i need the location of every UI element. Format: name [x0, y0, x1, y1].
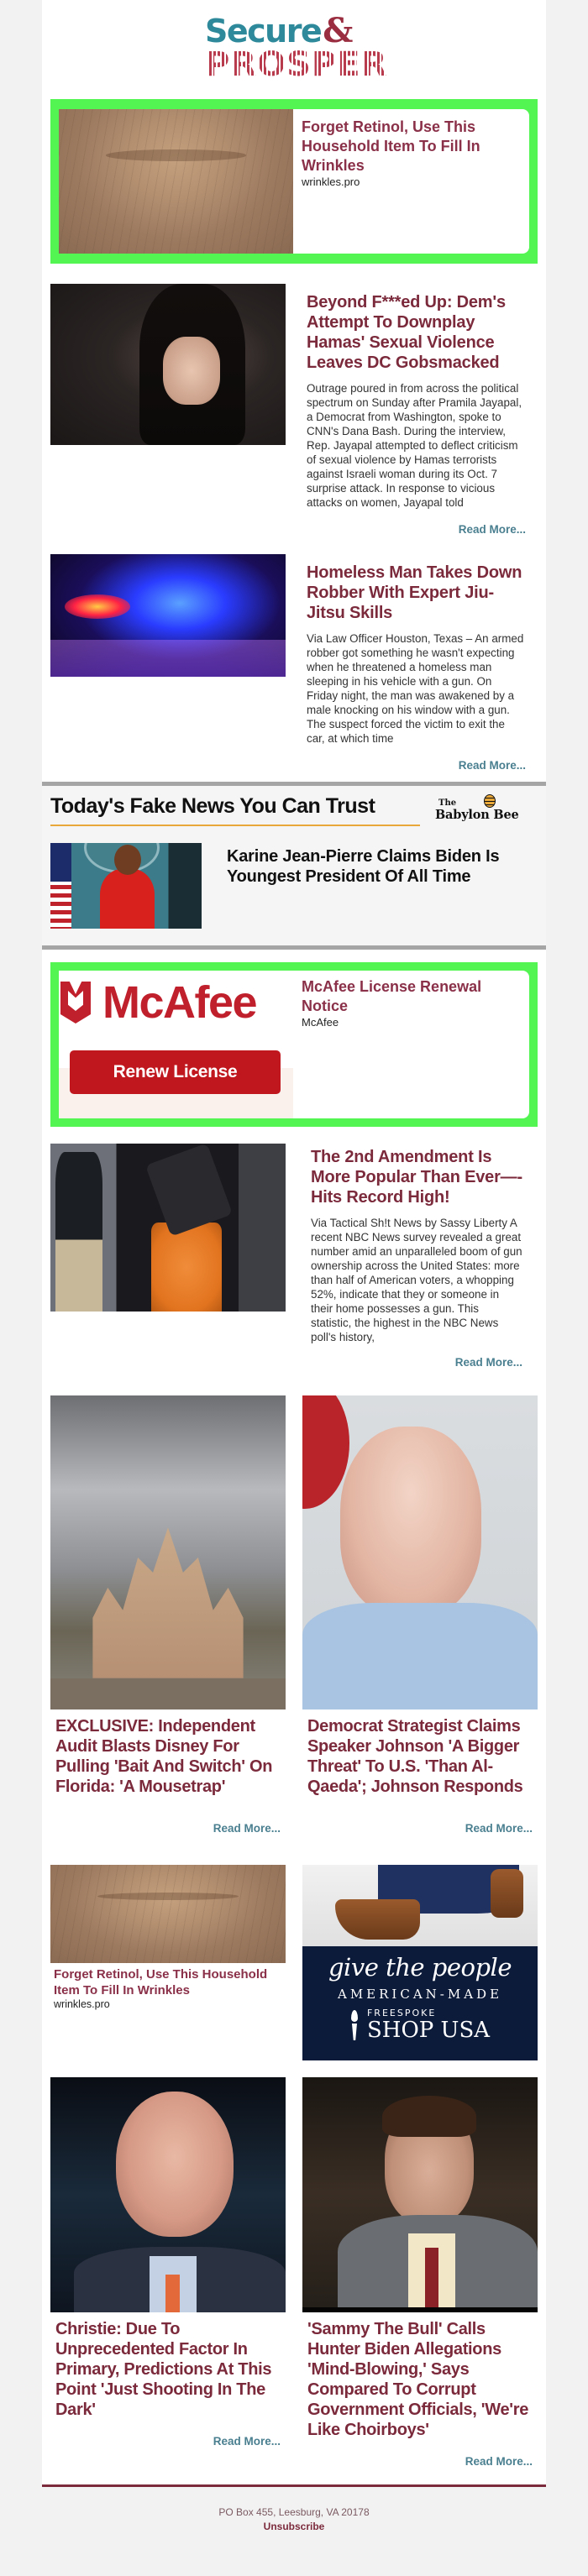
- article-grid-row: EXCLUSIVE: Independent Audit Blasts Disn…: [42, 1379, 546, 1835]
- bee-header: Today's Fake News You Can Trust The Baby…: [50, 793, 538, 826]
- freespoke-boots-image: [302, 1865, 538, 1946]
- mcafee-wordmark: McAfee: [102, 977, 258, 1028]
- logo-top-line: Secure &: [205, 11, 354, 50]
- person-graphic: [55, 1152, 102, 1312]
- article-excerpt: Outrage poured in from across the politi…: [307, 382, 522, 509]
- ad-image-wrinkles: [50, 1865, 286, 1963]
- sponsored-ad-mcafee: McAfee Renew License McAfee License Rene…: [42, 950, 546, 1127]
- person-graphic: [100, 844, 155, 929]
- article-item: Homeless Man Takes Down Robber With Expe…: [42, 546, 546, 782]
- freespoke-made: AMERICAN-MADE: [337, 1987, 503, 2002]
- ad-image-wrinkles: [59, 109, 293, 254]
- grid-article-image[interactable]: [50, 1395, 286, 1709]
- ad-source: McAfee: [302, 1016, 339, 1029]
- article-item: Beyond F***ed Up: Dem's Attempt To Downp…: [42, 264, 546, 546]
- email-container: Secure & PROSPER Forget Retinol, Use Thi…: [42, 0, 546, 2487]
- article-body: Homeless Man Takes Down Robber With Expe…: [286, 554, 538, 782]
- ad-link-mcafee[interactable]: McAfee Renew License McAfee License Rene…: [59, 971, 529, 1118]
- ad-freespoke-banner[interactable]: give the people AMERICAN-MADE FREESPOKE …: [302, 1865, 538, 2060]
- boot-graphic: [491, 1868, 524, 1919]
- grid-article-title[interactable]: EXCLUSIVE: Independent Audit Blasts Disn…: [50, 1709, 286, 1797]
- article-item: The 2nd Amendment Is More Popular Than E…: [42, 1127, 546, 1379]
- article-excerpt: Via Tactical Sh!t News by Sassy Liberty …: [311, 1217, 522, 1343]
- ad-link-wrinkles[interactable]: Forget Retinol, Use This Household Item …: [59, 109, 529, 254]
- read-more-link[interactable]: Read More...: [302, 2455, 538, 2468]
- renew-license-button[interactable]: Renew License: [70, 1050, 281, 1094]
- grid-article-image[interactable]: [50, 2077, 286, 2312]
- grid-article-image[interactable]: [302, 2077, 538, 2312]
- mcafee-shield-icon: [60, 982, 91, 1024]
- boot-graphic: [335, 1898, 420, 1940]
- bee-story-image[interactable]: [50, 843, 202, 929]
- read-more-link[interactable]: Read More...: [311, 1356, 522, 1379]
- freespoke-brand: FREESPOKE SHOP USA: [302, 2008, 538, 2042]
- babylon-bee-logo[interactable]: The Babylon Bee: [435, 794, 529, 822]
- ad-link-wrinkles-small[interactable]: Forget Retinol, Use This Household Item …: [50, 1865, 286, 2060]
- read-more-link[interactable]: Read More...: [50, 1822, 286, 1835]
- ad-source: wrinkles.pro: [54, 1998, 110, 2010]
- ad-title[interactable]: Forget Retinol, Use This Household Item …: [50, 1963, 286, 1998]
- footer-address: PO Box 455, Leesburg, VA 20178: [218, 2506, 370, 2518]
- grid-article-title[interactable]: Christie: Due To Unprecedented Factor In…: [50, 2312, 286, 2420]
- grid-article: 'Sammy The Bull' Calls Hunter Biden Alle…: [302, 2077, 538, 2468]
- bee-headline-wrap: Today's Fake News You Can Trust: [50, 793, 420, 826]
- article-image[interactable]: [50, 284, 286, 445]
- article-body: The 2nd Amendment Is More Popular Than E…: [286, 1144, 538, 1379]
- read-more-link[interactable]: Read More...: [302, 1822, 538, 1835]
- unsubscribe-link[interactable]: Unsubscribe: [0, 2520, 588, 2534]
- grid-article: Christie: Due To Unprecedented Factor In…: [50, 2077, 286, 2448]
- read-more-link[interactable]: Read More...: [307, 523, 526, 546]
- article-title-link[interactable]: Homeless Man Takes Down Robber With Expe…: [307, 563, 526, 623]
- ad-text-block: McAfee License Renewal Notice McAfee: [293, 971, 529, 1118]
- email-footer: PO Box 455, Leesburg, VA 20178 Unsubscri…: [0, 2487, 588, 2576]
- secure-prosper-logo[interactable]: Secure & PROSPER: [205, 11, 386, 83]
- grid-article-title[interactable]: 'Sammy The Bull' Calls Hunter Biden Alle…: [302, 2312, 538, 2440]
- article-excerpt: Via Law Officer Houston, Texas – An arme…: [307, 632, 524, 745]
- torch-icon: [350, 2010, 359, 2040]
- ad-source: wrinkles.pro: [302, 175, 360, 188]
- article-image[interactable]: [50, 554, 286, 677]
- logo-prosper-text: PROSPER: [205, 45, 388, 84]
- hair-graphic: [382, 2095, 477, 2138]
- tie-graphic: [165, 2275, 180, 2312]
- tie-graphic: [424, 2247, 439, 2307]
- bee-story-title[interactable]: Karine Jean-Pierre Claims Biden Is Young…: [202, 843, 538, 929]
- ad-title[interactable]: Forget Retinol, Use This Household Item …: [302, 118, 521, 175]
- article-title-link[interactable]: Beyond F***ed Up: Dem's Attempt To Downp…: [307, 292, 526, 373]
- read-more-link[interactable]: Read More...: [50, 2435, 286, 2448]
- sponsored-ad-top: Forget Retinol, Use This Household Item …: [42, 92, 546, 264]
- grid-article-image[interactable]: [302, 1395, 538, 1709]
- mcafee-logo: McAfee: [60, 977, 258, 1028]
- logo-secure-text: Secure: [205, 13, 323, 50]
- bee-logo-name: Babylon Bee: [435, 808, 519, 822]
- babylon-bee-section: Today's Fake News You Can Trust The Baby…: [42, 786, 546, 945]
- freespoke-brand-words: FREESPOKE SHOP USA: [366, 2008, 491, 2043]
- ad-text-block: Forget Retinol, Use This Household Item …: [293, 109, 529, 254]
- ad-green-frame: McAfee Renew License McAfee License Rene…: [50, 962, 538, 1127]
- grid-article: Democrat Strategist Claims Speaker Johns…: [302, 1395, 538, 1835]
- grid-article-title[interactable]: Democrat Strategist Claims Speaker Johns…: [302, 1709, 538, 1797]
- ad-title[interactable]: McAfee License Renewal Notice: [302, 977, 521, 1016]
- bee-icon: [484, 794, 496, 808]
- read-more-link[interactable]: Read More...: [307, 759, 526, 782]
- grid-article: EXCLUSIVE: Independent Audit Blasts Disn…: [50, 1395, 286, 1835]
- badge-graphic: [302, 1395, 349, 1509]
- freespoke-text-panel: give the people AMERICAN-MADE FREESPOKE …: [302, 1946, 538, 2060]
- ad-green-frame: Forget Retinol, Use This Household Item …: [50, 99, 538, 264]
- ad-image-mcafee: McAfee Renew License: [59, 971, 293, 1118]
- freespoke-tagline: give the people: [328, 1953, 512, 1982]
- email-header: Secure & PROSPER: [42, 0, 546, 92]
- flag-graphic: [50, 843, 72, 929]
- bee-story: Karine Jean-Pierre Claims Biden Is Young…: [50, 826, 538, 945]
- article-title-link[interactable]: The 2nd Amendment Is More Popular Than E…: [311, 1147, 522, 1207]
- bee-section-title: Today's Fake News You Can Trust: [50, 794, 375, 818]
- freespoke-brand-large: SHOP USA: [366, 2018, 491, 2043]
- article-image[interactable]: [50, 1144, 286, 1312]
- article-body: Beyond F***ed Up: Dem's Attempt To Downp…: [286, 284, 538, 546]
- logo-ampersand: &: [323, 11, 354, 50]
- article-grid-row: Christie: Due To Unprecedented Factor In…: [42, 2060, 546, 2468]
- ad-grid-row: Forget Retinol, Use This Household Item …: [42, 1835, 546, 2060]
